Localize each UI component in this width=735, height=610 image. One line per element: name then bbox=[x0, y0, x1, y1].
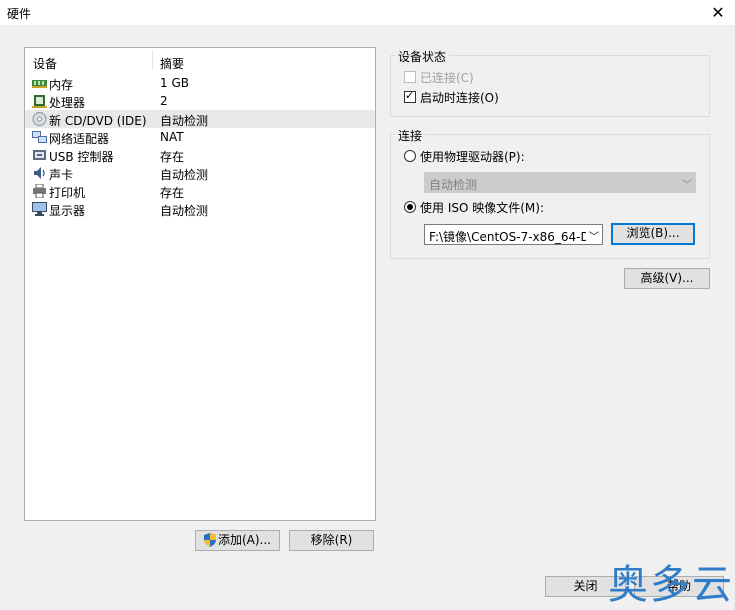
add-button-label: 添加(A)... bbox=[217, 533, 272, 547]
connected-checkbox[interactable] bbox=[404, 71, 416, 83]
title-bar: 硬件 ✕ bbox=[0, 0, 735, 25]
device-name: 新 CD/DVD (IDE) bbox=[49, 114, 147, 128]
column-separator[interactable] bbox=[152, 50, 153, 70]
device-row-processor[interactable]: 处理器 2 bbox=[25, 92, 375, 110]
physical-drive-label: 使用物理驱动器(P): bbox=[420, 150, 525, 164]
browse-button-label: 浏览(B)... bbox=[626, 226, 680, 240]
close-button-label: 关闭 bbox=[573, 579, 598, 593]
device-name: 网络适配器 bbox=[49, 132, 110, 146]
connect-at-power-on-checkbox[interactable]: ✓ bbox=[404, 89, 416, 103]
device-row-network[interactable]: 网络适配器 NAT bbox=[25, 128, 375, 146]
iso-path-value: F:\镜像\CentOS-7-x86_64-D bbox=[429, 230, 586, 244]
connected-label: 已连接(C) bbox=[420, 71, 474, 85]
device-list[interactable]: 设备 摘要 内存 1 GB 处理器 2 新 CD/DVD (IDE) 自动检测 … bbox=[24, 47, 376, 521]
device-name: USB 控制器 bbox=[49, 150, 114, 164]
physical-drive-select[interactable]: 自动检测 ﹀ bbox=[424, 172, 696, 193]
sound-card-icon bbox=[34, 167, 45, 179]
printer-icon bbox=[33, 184, 46, 198]
shield-icon bbox=[203, 533, 216, 547]
physical-drive-radio[interactable] bbox=[404, 150, 416, 162]
memory-icon bbox=[32, 80, 47, 88]
device-row-cd-dvd[interactable]: 新 CD/DVD (IDE) 自动检测 bbox=[25, 110, 375, 128]
device-name: 处理器 bbox=[49, 96, 86, 110]
device-row-sound[interactable]: 声卡 自动检测 bbox=[25, 164, 375, 182]
watermark: 奥多云 bbox=[608, 562, 734, 608]
device-summary: 自动检测 bbox=[160, 114, 209, 128]
chevron-down-icon[interactable]: ﹀ bbox=[589, 228, 599, 243]
processor-icon bbox=[32, 95, 47, 108]
list-header: 设备 摘要 bbox=[25, 48, 375, 74]
device-row-printer[interactable]: 打印机 存在 bbox=[25, 182, 375, 200]
device-row-memory[interactable]: 内存 1 GB bbox=[25, 74, 375, 92]
device-name: 声卡 bbox=[49, 168, 74, 182]
device-row-usb[interactable]: USB 控制器 存在 bbox=[25, 146, 375, 164]
close-icon[interactable]: ✕ bbox=[701, 0, 735, 25]
iso-radio[interactable] bbox=[404, 201, 416, 213]
radio-dot bbox=[407, 204, 413, 210]
browse-button[interactable]: 浏览(B)... bbox=[611, 223, 695, 245]
checkmark-icon: ✓ bbox=[405, 89, 415, 102]
device-summary: 存在 bbox=[160, 186, 185, 200]
cd-dvd-icon bbox=[32, 112, 47, 126]
device-name: 内存 bbox=[49, 78, 74, 92]
device-summary: 自动检测 bbox=[160, 204, 209, 218]
remove-button[interactable]: 移除(R) bbox=[289, 530, 374, 551]
device-summary: 1 GB bbox=[160, 76, 189, 90]
advanced-button[interactable]: 高级(V)... bbox=[624, 268, 710, 289]
add-button[interactable]: 添加(A)... bbox=[195, 530, 280, 551]
network-adapter-icon bbox=[32, 131, 47, 143]
iso-label: 使用 ISO 映像文件(M): bbox=[420, 201, 544, 215]
iso-path-combo[interactable]: F:\镜像\CentOS-7-x86_64-D ﹀ bbox=[424, 224, 603, 245]
advanced-button-label: 高级(V)... bbox=[640, 271, 694, 285]
device-summary: 自动检测 bbox=[160, 168, 209, 182]
remove-button-label: 移除(R) bbox=[310, 533, 353, 547]
connect-at-power-on-label: 启动时连接(O) bbox=[420, 91, 499, 105]
connection-title: 连接 bbox=[395, 127, 426, 144]
device-name: 显示器 bbox=[49, 204, 86, 218]
device-status-title: 设备状态 bbox=[395, 48, 450, 65]
column-header-device[interactable]: 设备 bbox=[33, 55, 57, 72]
device-summary: 存在 bbox=[160, 150, 185, 164]
device-row-display[interactable]: 显示器 自动检测 bbox=[25, 200, 375, 218]
physical-drive-value: 自动检测 bbox=[429, 178, 478, 192]
device-summary: 2 bbox=[160, 94, 168, 108]
chevron-down-icon: ﹀ bbox=[682, 180, 692, 191]
window-title: 硬件 bbox=[7, 7, 32, 21]
usb-icon bbox=[33, 150, 46, 160]
display-icon bbox=[32, 202, 47, 216]
column-header-summary[interactable]: 摘要 bbox=[160, 55, 184, 72]
device-name: 打印机 bbox=[49, 186, 86, 200]
device-summary: NAT bbox=[160, 130, 184, 144]
